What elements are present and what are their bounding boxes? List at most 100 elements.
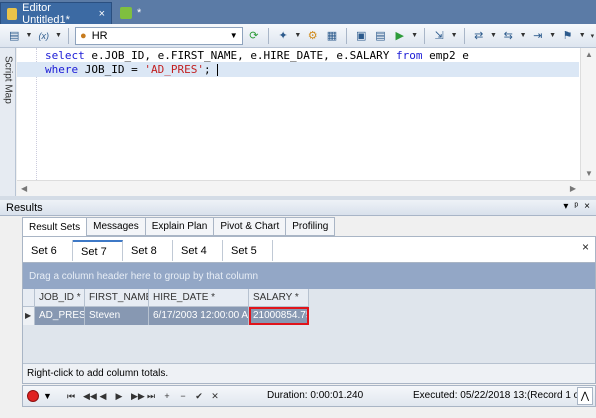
tab-editor[interactable]: Editor Untitled1* × (0, 1, 112, 26)
new-script-icon[interactable]: ▤ (6, 27, 22, 45)
sort-icon: * (76, 292, 81, 303)
document-tab-strip: Editor Untitled1* × * (0, 0, 596, 26)
results-panel-controls: ▾ ᵖ × (563, 201, 590, 212)
tab-set-4[interactable]: Set 4 (173, 240, 223, 261)
scroll-up-icon[interactable]: ▲ (585, 50, 593, 59)
grid-header-row: JOB_ID * FIRST_NAME HIRE_DATE * SALARY * (23, 289, 309, 307)
script-map-label[interactable]: Script Map (0, 48, 16, 108)
first-record-icon[interactable]: ⏮ (67, 391, 75, 402)
sql-editor[interactable]: select e.JOB_ID, e.FIRST_NAME, e.HIRE_DA… (17, 48, 596, 196)
editor-vertical-scrollbar[interactable]: ▲ ▼ (580, 48, 596, 180)
connection-label: HR (91, 29, 108, 42)
tab-set-7[interactable]: Set 7 (73, 240, 123, 261)
dropdown-arrow-icon[interactable]: ▼ (43, 391, 52, 401)
cancel-edit-icon[interactable]: ✕ (211, 391, 219, 402)
dropdown-arrow-icon[interactable]: ▼ (411, 32, 418, 39)
dropdown-arrow-icon[interactable]: ▼ (450, 32, 458, 39)
dropdown-arrow-icon[interactable]: ▼ (55, 32, 62, 39)
table-cell[interactable]: AD_PRES (35, 307, 85, 325)
code-string: 'AD_PRES' (144, 63, 204, 76)
table-cell[interactable]: Steven (85, 307, 149, 325)
connection-select[interactable]: ● HR ▼ (75, 26, 243, 45)
dropdown-arrow-icon[interactable]: ▼ (549, 32, 556, 39)
code-line-1: select e.JOB_ID, e.FIRST_NAME, e.HIRE_DA… (45, 48, 469, 63)
user-icon: ● (80, 29, 87, 42)
toolbar-separator (463, 27, 465, 44)
grid-body: JOB_ID * FIRST_NAME HIRE_DATE * SALARY *… (23, 289, 309, 325)
sort-icon: * (294, 292, 299, 303)
tools-icon[interactable]: ⚑ (559, 27, 575, 45)
variable-icon[interactable]: (x) (36, 27, 52, 45)
tab-set-5[interactable]: Set 5 (223, 240, 273, 261)
grid-icon[interactable]: ▦ (324, 27, 340, 45)
column-header-first-name[interactable]: FIRST_NAME (85, 289, 149, 307)
table-cell-salary[interactable]: 21000854.75 (249, 307, 309, 325)
collapse-panel-icon[interactable]: ⋀ (577, 387, 593, 405)
dropdown-arrow-icon[interactable]: ▼ (579, 32, 586, 39)
row-selector-header (23, 289, 35, 307)
tab-editor-label: Editor Untitled1* (22, 1, 70, 26)
script-map-panel[interactable]: Script Map (0, 48, 16, 198)
table-cell[interactable]: 6/17/2003 12:00:00 AM (149, 307, 249, 325)
rollback-icon[interactable]: ⇆ (500, 27, 516, 45)
result-set-tabs: Set 6 Set 7 Set 8 Set 4 Set 5 (23, 240, 273, 261)
apply-edit-icon[interactable]: ✔ (195, 391, 203, 402)
column-header-hire-date[interactable]: HIRE_DATE * (149, 289, 249, 307)
next-record-icon[interactable]: ▶ (115, 391, 123, 402)
tab-messages[interactable]: Messages (87, 217, 146, 236)
group-by-drop-area[interactable]: Drag a column header here to group by th… (23, 263, 595, 289)
commit-icon[interactable]: ⇲ (431, 27, 447, 45)
editor-horizontal-scrollbar[interactable]: ◀ ▶ (17, 180, 596, 196)
scroll-left-icon[interactable]: ◀ (21, 184, 27, 193)
delete-record-icon[interactable]: − (179, 391, 187, 402)
column-header-salary[interactable]: SALARY * (249, 289, 309, 307)
toolbar-separator (346, 27, 347, 44)
code-text: e.JOB_ID, e.FIRST_NAME, e.HIRE_DATE, e.S… (84, 49, 397, 62)
record-icon[interactable] (27, 390, 39, 402)
column-header-label: FIRST_NAME (89, 292, 149, 303)
tab-pivot-chart[interactable]: Pivot & Chart (214, 217, 287, 236)
tab-profiling[interactable]: Profiling (286, 217, 336, 236)
dropdown-arrow-icon[interactable]: ▼ (490, 32, 497, 39)
code-keyword: from (396, 49, 423, 62)
grid-footer-hint: Right-click to add column totals. (23, 363, 595, 383)
next-page-icon[interactable]: ▶▶ (131, 391, 145, 402)
column-header-label: SALARY (253, 292, 293, 303)
code-text: JOB_ID = (78, 63, 145, 76)
tab-result-sets[interactable]: Result Sets (22, 217, 88, 237)
close-panel-icon[interactable]: × (584, 201, 590, 212)
column-header-job-id[interactable]: JOB_ID * (35, 289, 85, 307)
prev-page-icon[interactable]: ◀◀ (83, 391, 97, 402)
prev-record-icon[interactable]: ◀ (99, 391, 107, 402)
panel-menu-icon[interactable]: ▾ (563, 201, 568, 212)
table-row[interactable]: ▶ AD_PRES Steven 6/17/2003 12:00:00 AM 2… (23, 307, 309, 325)
last-record-icon[interactable]: ⏭ (147, 391, 155, 402)
code-keyword: where (45, 63, 79, 76)
add-record-icon[interactable]: + (163, 391, 171, 402)
execute-icon[interactable]: ▶ (392, 27, 408, 45)
result-tabs: Result Sets Messages Explain Plan Pivot … (22, 217, 336, 237)
execute-statement-icon[interactable]: ▤ (372, 27, 388, 45)
explain-plan-icon[interactable]: ⚙ (304, 27, 320, 45)
result-grid[interactable]: Drag a column header here to group by th… (22, 262, 596, 384)
tab-explain-plan[interactable]: Explain Plan (145, 217, 215, 236)
toolbar-overflow-icon[interactable]: ▾ (589, 32, 596, 40)
dropdown-arrow-icon[interactable]: ▼ (25, 32, 32, 39)
scroll-right-icon[interactable]: ▶ (570, 184, 576, 193)
export-icon[interactable]: ⇥ (530, 27, 546, 45)
editor-icon (7, 7, 18, 20)
close-tab-icon[interactable]: × (99, 8, 105, 20)
pin-icon[interactable]: ᵖ (574, 201, 578, 212)
close-set-icon[interactable]: × (582, 240, 589, 254)
transaction-icon[interactable]: ⇄ (471, 27, 487, 45)
execute-script-icon[interactable]: ▣ (353, 27, 369, 45)
refresh-icon[interactable]: ⟳ (246, 27, 262, 45)
scroll-down-icon[interactable]: ▼ (585, 169, 593, 178)
dropdown-arrow-icon[interactable]: ▼ (519, 32, 527, 39)
tab-set-8[interactable]: Set 8 (123, 240, 173, 261)
results-title: Results (6, 201, 43, 214)
dropdown-arrow-icon[interactable]: ▼ (294, 32, 301, 39)
format-icon[interactable]: ✦ (275, 27, 291, 45)
tab-set-6[interactable]: Set 6 (23, 240, 73, 261)
tab-query-builder[interactable]: * (114, 2, 154, 24)
